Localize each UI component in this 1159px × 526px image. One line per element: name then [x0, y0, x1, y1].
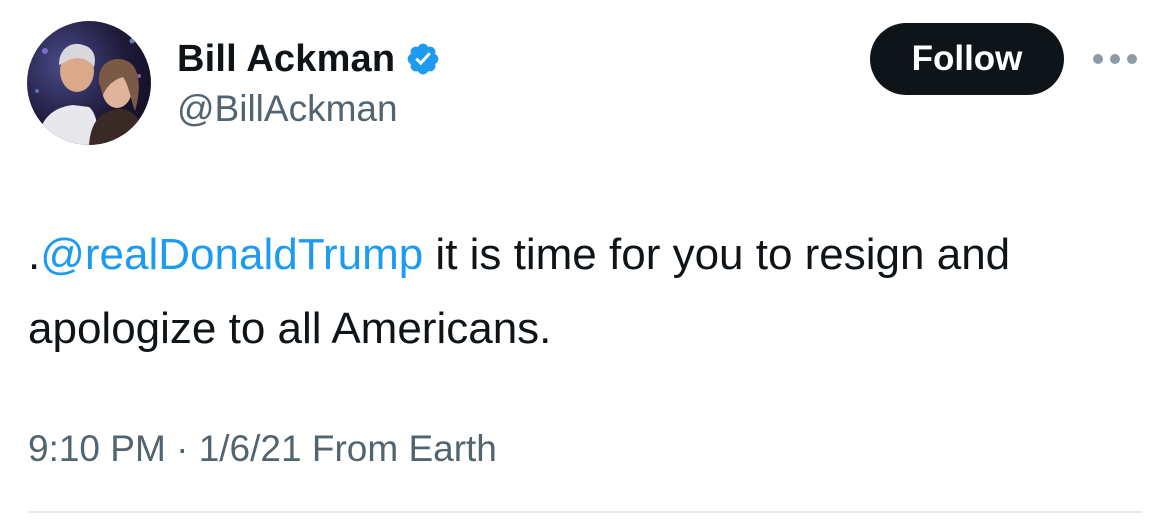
tweet-date[interactable]: 1/6/21	[199, 428, 302, 470]
tweet-time[interactable]: 9:10 PM	[28, 428, 166, 470]
avatar-photo	[35, 38, 145, 145]
tweet-text: .@realDonaldTrump it is time for you to …	[28, 218, 1138, 366]
mention-link[interactable]: @realDonaldTrump	[40, 230, 423, 279]
tweet-prefix: .	[28, 230, 41, 279]
verified-badge-icon	[405, 41, 441, 77]
tweet-card: Bill Ackman @BillAckman Follow .@realDon…	[0, 0, 1159, 526]
avatar[interactable]	[27, 21, 151, 145]
tweet-source: From Earth	[301, 428, 497, 469]
divider	[28, 511, 1142, 513]
follow-button[interactable]: Follow	[870, 23, 1064, 95]
author-name-row: Bill Ackman	[177, 36, 441, 82]
author-display-name[interactable]: Bill Ackman	[177, 38, 395, 81]
more-options-icon[interactable]	[1090, 44, 1140, 74]
author-handle[interactable]: @BillAckman	[177, 88, 398, 130]
tweet-meta: 9:10 PM · 1/6/21 From Earth	[28, 428, 497, 470]
meta-separator: ·	[165, 428, 199, 469]
